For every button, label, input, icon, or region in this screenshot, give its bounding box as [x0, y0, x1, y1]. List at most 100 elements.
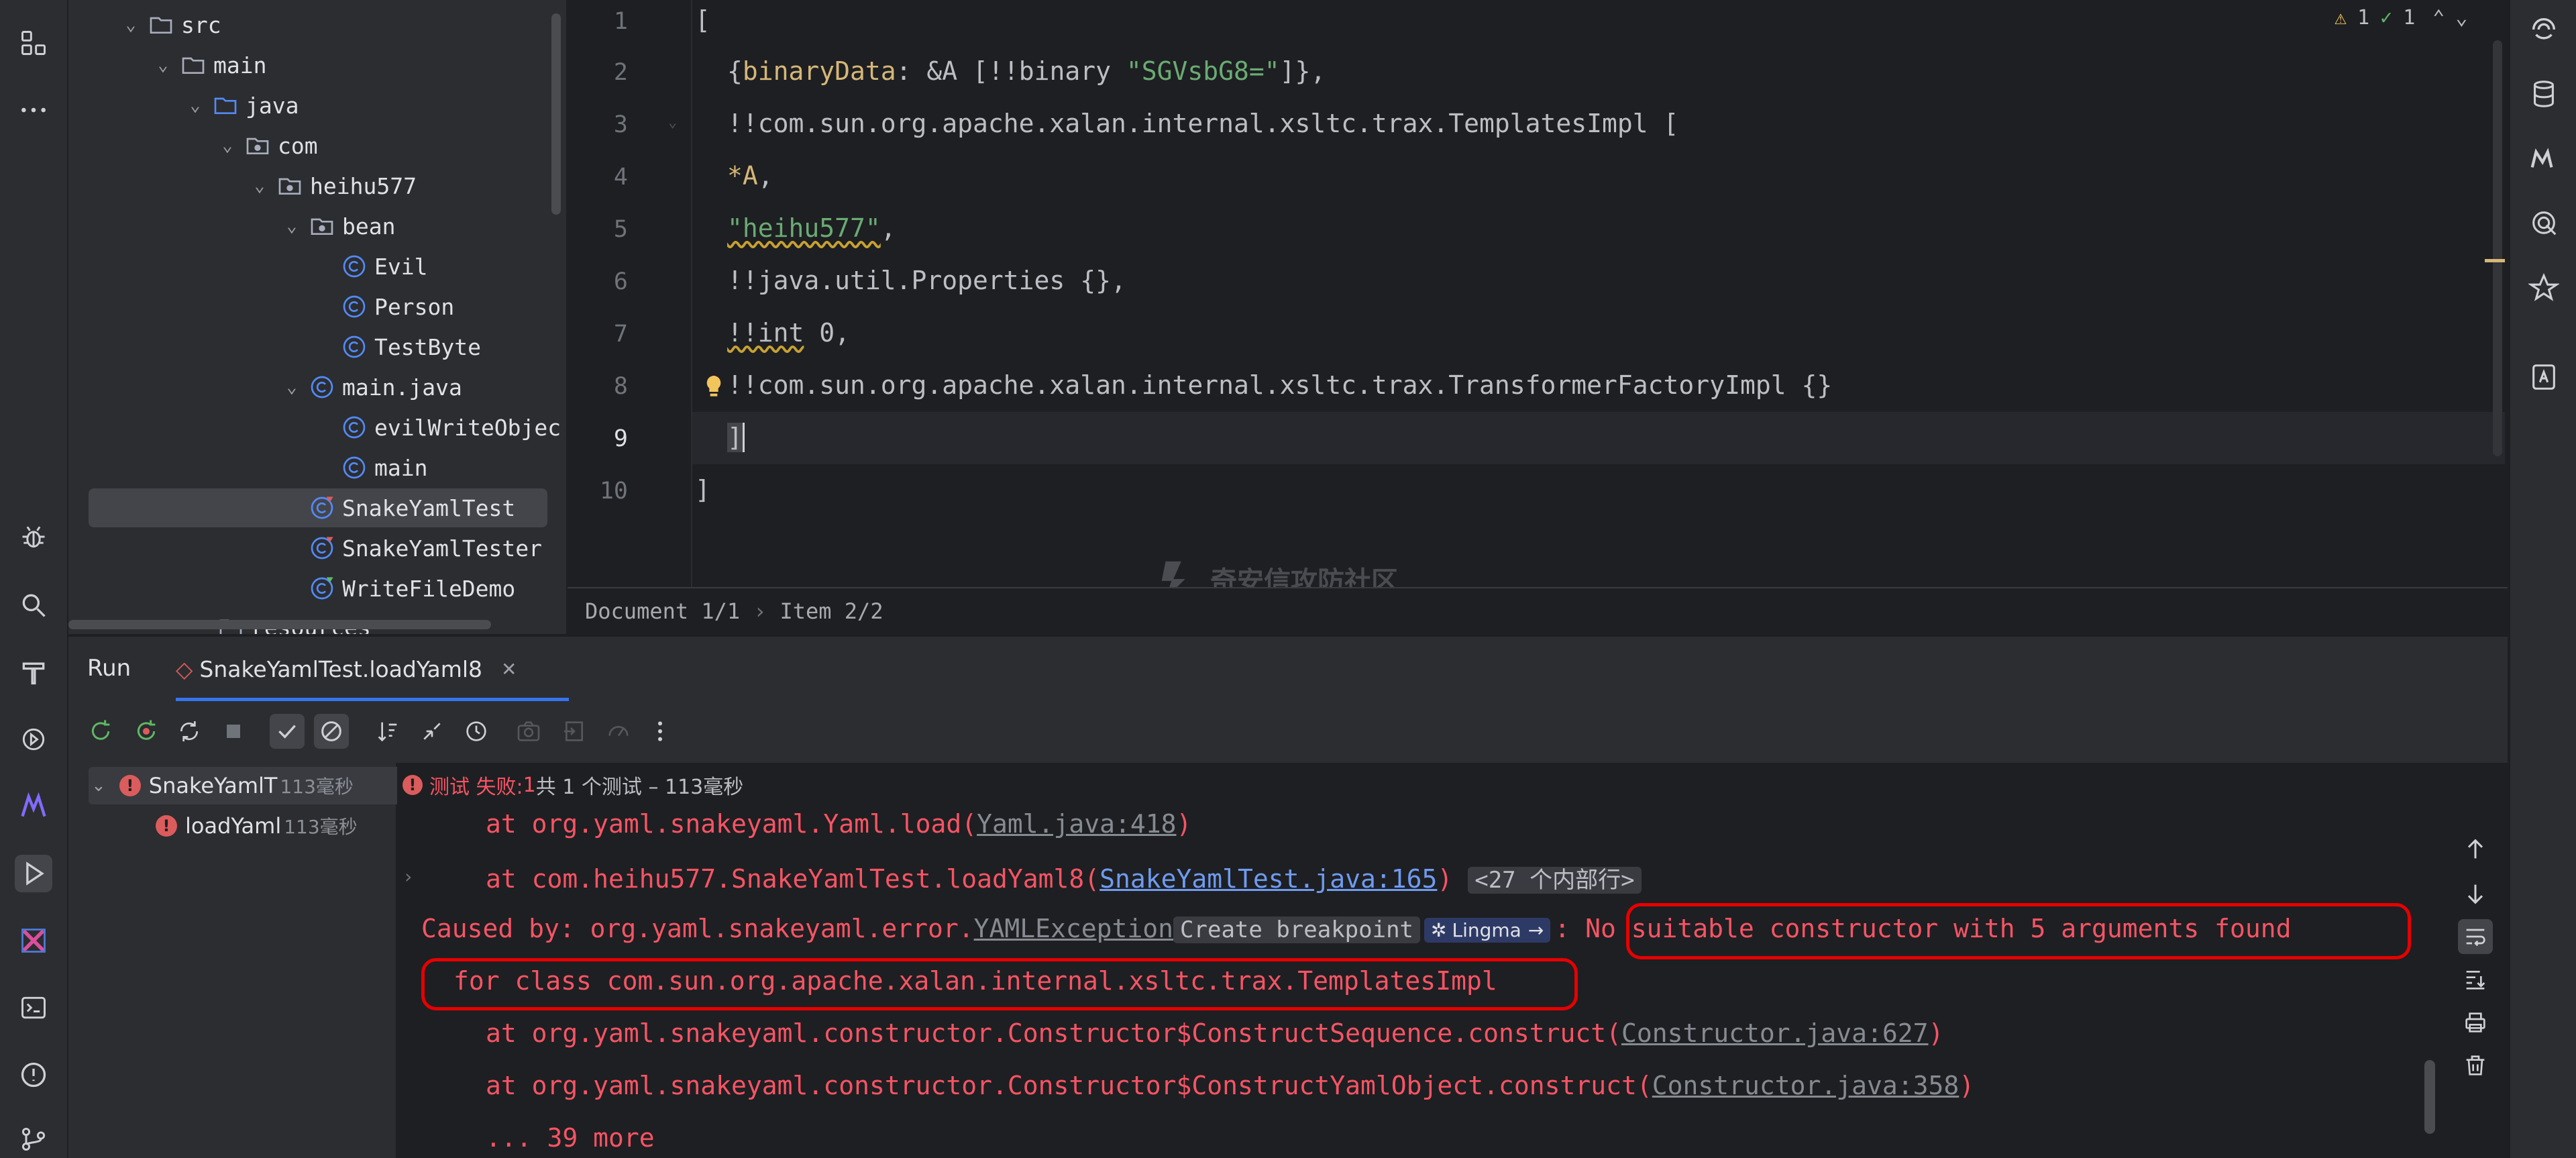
debug-icon[interactable]	[15, 518, 52, 556]
editor-gutter[interactable]: 1 2 3 4 5 6 7 8 9 10	[568, 0, 688, 587]
chevron-up-icon[interactable]: ⌃	[2432, 6, 2445, 30]
warning-marker[interactable]	[2485, 259, 2505, 262]
fold-icon[interactable]: ⌄	[668, 114, 677, 131]
screenshot-icon[interactable]	[511, 714, 546, 749]
coverage-icon[interactable]	[601, 714, 636, 749]
code-token: {	[727, 56, 743, 86]
tree-item-label: bean	[342, 213, 396, 240]
gutter-divider	[691, 0, 692, 587]
chevron-down-icon[interactable]: ⌄	[282, 216, 302, 236]
stop-icon[interactable]	[216, 714, 251, 749]
source-link[interactable]: SnakeYamlTest.java:165	[1099, 864, 1437, 894]
collapse-all-icon[interactable]	[415, 714, 449, 749]
project-scrollbar[interactable]	[551, 13, 561, 215]
tree-item-snakeyamltest[interactable]: SnakeYamlTest	[89, 488, 547, 527]
sort-icon[interactable]	[370, 714, 405, 749]
test-row-suite[interactable]: ⌄ ! SnakeYamlT 113毫秒	[91, 767, 354, 804]
plugin-m-icon[interactable]	[15, 788, 52, 825]
print-icon[interactable]	[2458, 1005, 2493, 1040]
show-ignored-icon[interactable]	[314, 714, 349, 749]
more-tools-icon[interactable]	[15, 91, 52, 129]
arrow-up-icon[interactable]	[2458, 832, 2493, 867]
git-icon[interactable]	[15, 1120, 52, 1158]
chevron-down-icon[interactable]: ⌄	[250, 176, 270, 196]
source-link[interactable]: Yaml.java:418	[977, 809, 1176, 839]
tree-item-src[interactable]: ⌄ src	[121, 5, 221, 44]
tree-item-heihu577[interactable]: ⌄ heihu577	[250, 166, 417, 205]
console-line: at org.yaml.snakeyaml.constructor.Constr…	[486, 1071, 1974, 1100]
tree-item-evilwriteobject[interactable]: evilWriteObjec	[341, 408, 561, 447]
tree-item-snakeyamltester[interactable]: SnakeYamlTester	[309, 529, 542, 568]
history-icon[interactable]	[459, 714, 494, 749]
maven-icon[interactable]	[2525, 140, 2563, 177]
plugin-star-icon[interactable]	[2525, 268, 2563, 306]
run-tab[interactable]: ◇ SnakeYamlTest.loadYaml8 ✕	[176, 648, 517, 690]
source-link[interactable]: Constructor.java:358	[1652, 1071, 1960, 1100]
rerun-failed-icon[interactable]	[129, 714, 164, 749]
plugin-x-icon[interactable]	[15, 922, 52, 959]
chevron-down-icon[interactable]: ⌄	[217, 136, 237, 156]
build-hammer-icon[interactable]	[15, 653, 52, 691]
database-icon[interactable]	[2525, 75, 2563, 113]
ai-assistant-icon[interactable]	[2525, 11, 2563, 48]
soft-wrap-icon[interactable]	[2458, 919, 2493, 954]
endpoints-icon[interactable]	[2525, 204, 2563, 242]
chevron-down-icon[interactable]: ⌄	[282, 377, 302, 397]
arrow-down-icon[interactable]	[2458, 876, 2493, 911]
search-icon[interactable]	[15, 586, 52, 624]
tree-item-person[interactable]: Person	[341, 287, 454, 326]
tree-item-main-java[interactable]: ⌄ main.java	[282, 368, 462, 407]
import-tests-icon[interactable]	[557, 714, 592, 749]
test-duration: 113毫秒	[280, 776, 354, 798]
more-options-icon[interactable]	[643, 714, 678, 749]
tree-item-label: TestByte	[374, 333, 481, 360]
exception-link[interactable]: YAMLException	[974, 914, 1173, 943]
trash-icon[interactable]	[2458, 1048, 2493, 1083]
source-link[interactable]: Constructor.java:627	[1621, 1018, 1929, 1048]
tree-item-main-class[interactable]: main	[341, 448, 427, 487]
rerun-icon[interactable]	[83, 714, 118, 749]
services-icon[interactable]	[15, 721, 52, 758]
code-token: *A	[727, 161, 758, 191]
tree-item-bean[interactable]: ⌄ bean	[282, 207, 395, 246]
chevron-down-icon[interactable]: ⌄	[2455, 6, 2467, 30]
code-line-2: {binaryData: &A [!!binary "SGVsbG8="]},	[727, 56, 1326, 86]
translate-icon[interactable]	[2525, 358, 2563, 396]
chevron-down-icon[interactable]: ⌄	[91, 776, 106, 796]
tree-item-com[interactable]: ⌄ com	[217, 126, 317, 165]
terminal-icon[interactable]	[15, 989, 52, 1027]
structure-icon[interactable]	[15, 24, 52, 62]
tree-item-label: evilWriteObjec	[374, 414, 561, 441]
code-token: binaryData	[742, 56, 896, 86]
lingma-button[interactable]: ✲ Lingma →	[1424, 918, 1551, 943]
chevron-down-icon[interactable]: ⌄	[121, 15, 141, 35]
editor-scrollbar[interactable]	[2493, 40, 2502, 456]
project-horizontal-scrollbar[interactable]	[68, 620, 491, 629]
create-breakpoint-inlay[interactable]: Create breakpoint	[1173, 916, 1421, 943]
test-row-method[interactable]: ! loadYaml 113毫秒	[156, 807, 358, 845]
breadcrumb-document[interactable]: Document 1/1	[585, 598, 740, 624]
folded-frames-inlay[interactable]: <27 个内部行>	[1468, 867, 1642, 894]
code-token: ,	[757, 161, 773, 191]
chevron-down-icon[interactable]: ⌄	[185, 95, 205, 115]
console-text: at org.yaml.snakeyaml.constructor.Constr…	[486, 1018, 1621, 1048]
run-icon[interactable]	[15, 855, 52, 892]
console-scrollbar[interactable]	[2424, 1060, 2435, 1134]
intention-bulb-icon[interactable]	[703, 373, 727, 403]
breadcrumb-item[interactable]: Item 2/2	[780, 598, 883, 624]
tree-item-writefiledemo[interactable]: WriteFileDemo	[309, 569, 515, 608]
tree-item-testbyte[interactable]: TestByte	[341, 327, 481, 366]
show-passed-icon[interactable]	[270, 714, 305, 749]
tree-item-evil[interactable]: Evil	[341, 247, 427, 286]
inspection-widget[interactable]: ⚠ 1 ✓ 1 ⌃ ⌄	[2334, 3, 2467, 32]
chevron-down-icon[interactable]: ⌄	[153, 55, 173, 75]
tree-item-java[interactable]: ⌄ java	[185, 86, 299, 125]
code-token: !!com.sun.org.apache.xalan.internal.xslt…	[727, 109, 1679, 138]
line-number: 2	[613, 59, 628, 86]
tree-item-main-folder[interactable]: ⌄ main	[153, 46, 266, 85]
close-tab-icon[interactable]: ✕	[501, 658, 517, 680]
scroll-to-end-icon[interactable]	[2458, 962, 2493, 997]
problems-icon[interactable]	[15, 1056, 52, 1094]
expand-frames-icon[interactable]: ›	[402, 865, 414, 888]
toggle-auto-test-icon[interactable]	[172, 714, 207, 749]
